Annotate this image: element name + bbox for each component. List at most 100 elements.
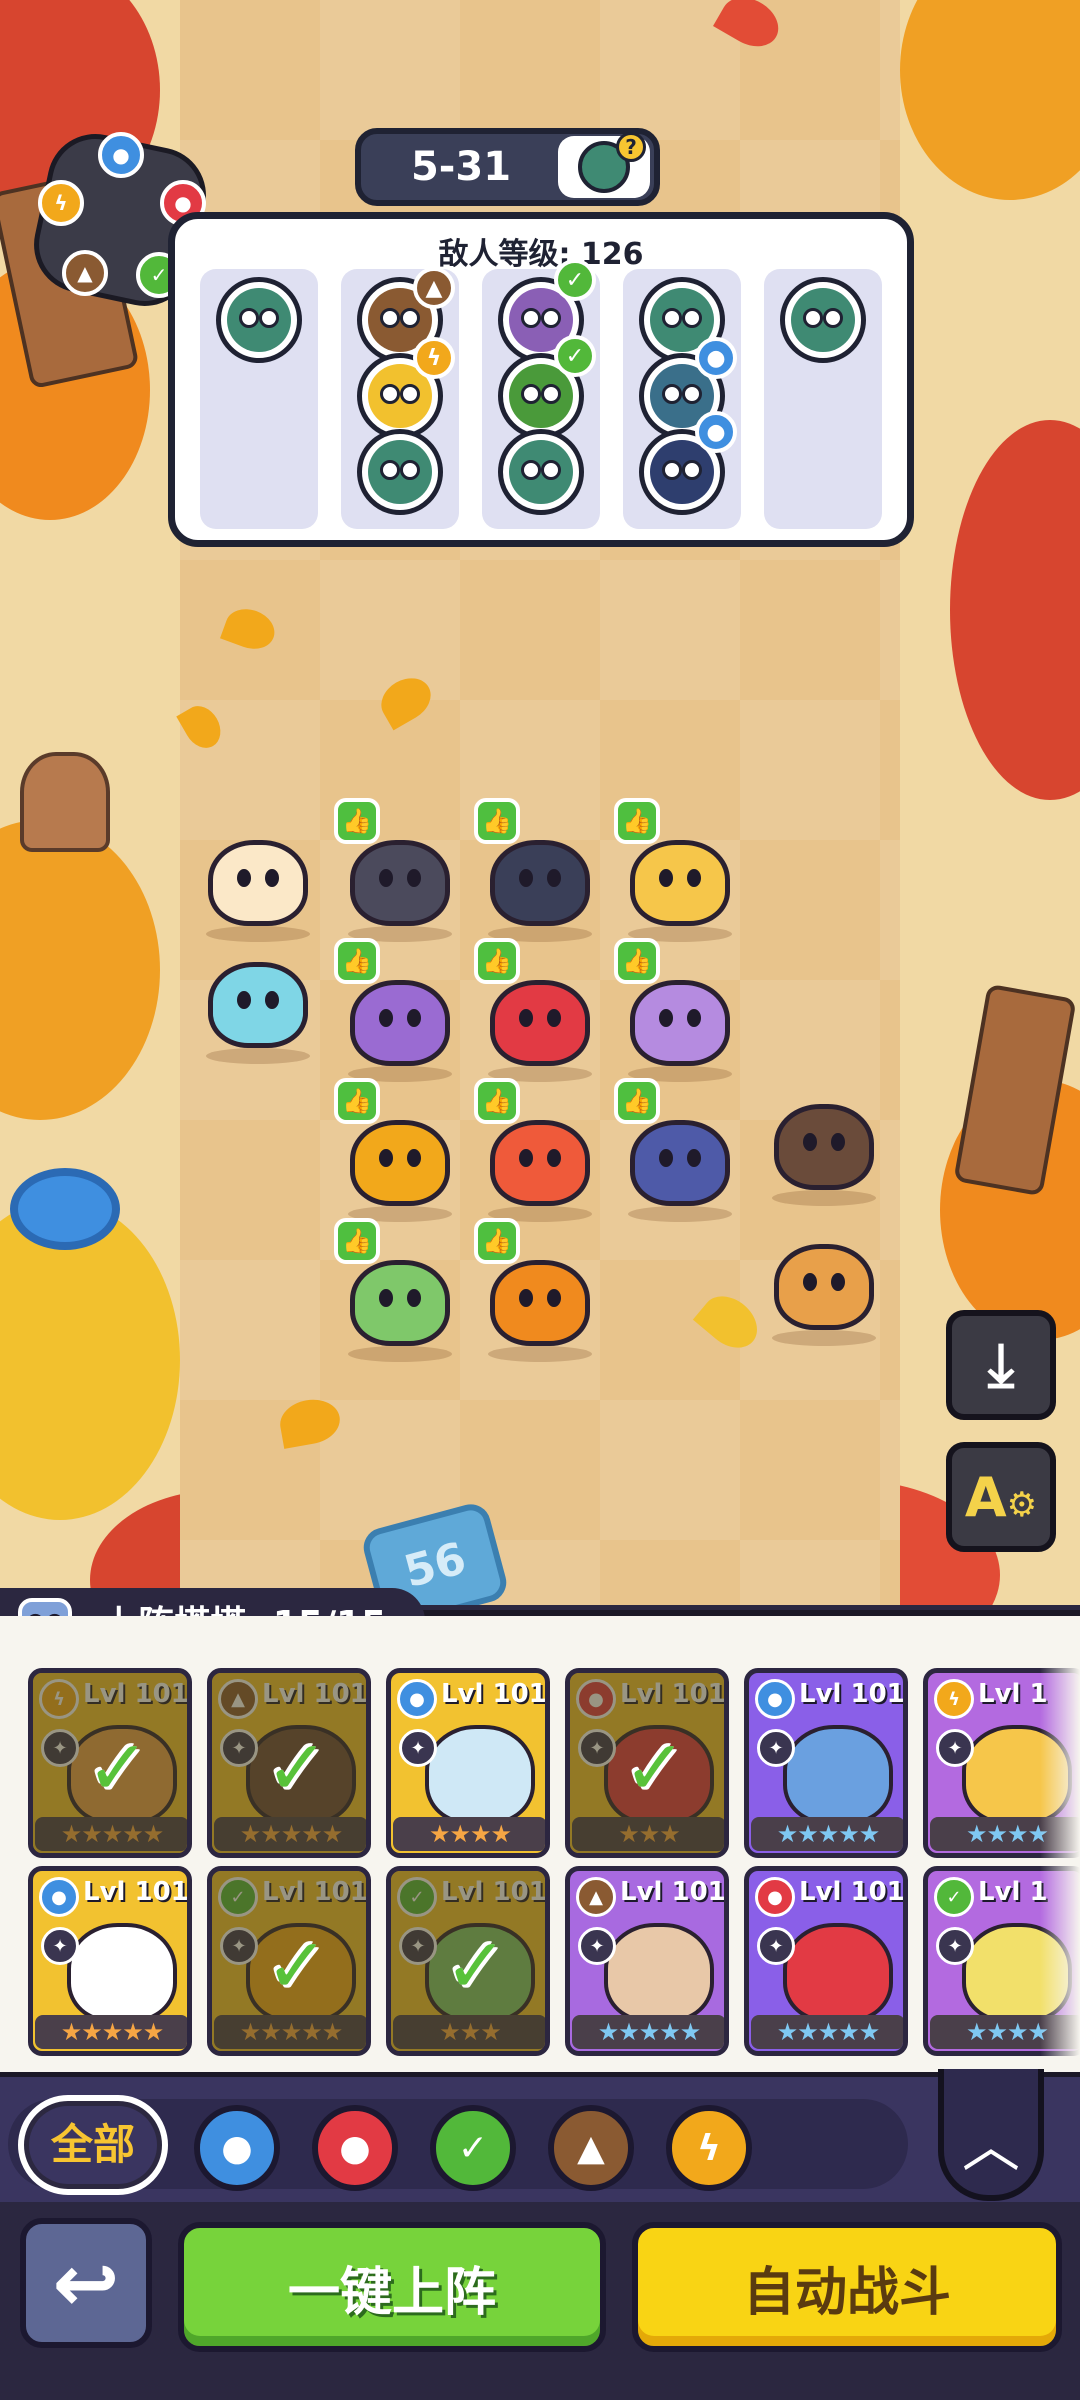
hero-card-level: Lvl 101: [799, 1679, 905, 1709]
battlefield: ● ● ✓ ▲ ϟ 5-31 ? 敌人等级: 126 ▲ ϟ ✓ ✓ ● ● 👍…: [0, 0, 1080, 1605]
hero-card[interactable]: ✓✦Lvl 101★★★★★✓: [207, 1866, 371, 2056]
hero-cactus-cat[interactable]: 👍: [334, 1218, 460, 1362]
filter-all-button[interactable]: 全部: [18, 2095, 168, 2195]
hero-chicken[interactable]: [198, 826, 318, 942]
filter-lightning-button[interactable]: ϟ: [666, 2105, 752, 2191]
hero-raccoon[interactable]: [764, 1090, 884, 1206]
hero-portrait: [783, 1923, 893, 2023]
nature-element-icon: ✓: [934, 1877, 974, 1917]
hero-mushroom[interactable]: 👍: [334, 938, 460, 1082]
hero-card[interactable]: ▲✦Lvl 101★★★★★✓: [207, 1668, 371, 1858]
lightning-element-icon: ϟ: [38, 180, 84, 226]
auto-battle-button[interactable]: 自动战斗: [632, 2222, 1062, 2352]
role-icon: ✦: [41, 1927, 79, 1965]
chevron-up-icon: ︿: [961, 2112, 1020, 2180]
roster-scroll-fade: [1040, 1616, 1080, 2072]
auto-settings-letter: A: [964, 1465, 1007, 1529]
hero-husky-dog[interactable]: 👍: [474, 798, 600, 942]
water-element-icon: ●: [39, 1877, 79, 1917]
autumn-tree: [0, 1200, 180, 1520]
auto-settings-button[interactable]: A⚙: [946, 1442, 1056, 1552]
hero-card[interactable]: ● ✦ Lvl 101 ★★★★★: [744, 1668, 908, 1858]
role-icon: ✦: [757, 1729, 795, 1767]
filter-earth-button[interactable]: ▲: [548, 2105, 634, 2191]
hero-card-level: Lvl 101: [799, 1877, 905, 1907]
enemy-level-title: 敌人等级: 126: [438, 237, 644, 272]
filter-fire-button[interactable]: ●: [312, 2105, 398, 2191]
download-button[interactable]: ⤓: [946, 1310, 1056, 1420]
stage-indicator: 5-31 ?: [355, 128, 660, 206]
hero-fire-bear[interactable]: 👍: [474, 1218, 600, 1362]
fire-element-icon: ●: [755, 1877, 795, 1917]
back-arrow-icon: ↩: [52, 2236, 120, 2330]
hero-card-stars: ★★★★: [393, 1817, 545, 1851]
hero-sunflower[interactable]: 👍: [334, 1078, 460, 1222]
zombie-boss-icon[interactable]: ?: [558, 132, 650, 198]
download-icon: ⤓: [987, 1330, 1015, 1400]
auto-settings-icon: A⚙: [964, 1465, 1038, 1529]
water-element-icon: ●: [98, 132, 144, 178]
hero-yellow-cat[interactable]: 👍: [614, 798, 740, 942]
hero-card[interactable]: ● ✦ Lvl 101 ★★★★★: [28, 1866, 192, 2056]
filter-water-button[interactable]: ●: [194, 2105, 280, 2191]
one-click-deploy-button[interactable]: 一键上阵: [178, 2222, 606, 2352]
autumn-tree: [0, 820, 160, 1120]
hero-portrait: [604, 1923, 714, 2023]
hero-dark-frog[interactable]: 👍: [334, 798, 460, 942]
role-icon: ✦: [936, 1927, 974, 1965]
checkmark-icon: ✓: [444, 1921, 508, 2010]
checkmark-icon: ✓: [265, 1723, 329, 1812]
water-badge-icon: ●: [695, 337, 737, 379]
thumbs-up-icon: 👍: [474, 938, 520, 984]
thumbs-up-icon: 👍: [614, 798, 660, 844]
hero-red-fire-bird[interactable]: 👍: [474, 938, 600, 1082]
portal-icon: [10, 1168, 120, 1250]
hero-card[interactable]: ● ✦ Lvl 101 ★★★★★: [744, 1866, 908, 2056]
autumn-tree: [950, 420, 1080, 800]
hero-card[interactable]: ● ✦ Lvl 101 ★★★★: [386, 1668, 550, 1858]
hero-card-level: Lvl 1: [978, 1679, 1048, 1709]
mountain-icon: ▲: [577, 2127, 605, 2169]
checkmark-icon: ✓: [623, 1723, 687, 1812]
hero-portrait: [67, 1923, 177, 2023]
zombie-enemy-icon[interactable]: [498, 429, 584, 515]
autumn-tree: [900, 0, 1080, 200]
hero-purple-spirit[interactable]: 👍: [614, 938, 740, 1082]
hero-portrait: [783, 1725, 893, 1825]
hero-crystal-shell-crab[interactable]: [198, 948, 318, 1064]
water-drop-icon: ●: [221, 2127, 253, 2169]
filter-all-label: 全部: [29, 2106, 157, 2184]
nature-badge-icon: ✓: [554, 259, 596, 301]
hero-card[interactable]: ▲ ✦ Lvl 101 ★★★★★: [565, 1866, 729, 2056]
lightning-badge-icon: ϟ: [413, 337, 455, 379]
hero-red-fox[interactable]: 👍: [474, 1078, 600, 1222]
one-click-deploy-label: 一键上阵: [287, 2262, 496, 2323]
hero-flame-deer[interactable]: [764, 1230, 884, 1346]
back-button[interactable]: ↩: [20, 2218, 152, 2348]
hero-roster: ϟ✦Lvl 101★★★★★✓▲✦Lvl 101★★★★★✓●✦Lvl 101★…: [0, 1616, 1080, 2072]
expand-panel-button[interactable]: ︿: [938, 2069, 1044, 2201]
hero-card[interactable]: ϟ✦Lvl 101★★★★★✓: [28, 1668, 192, 1858]
lightning-icon: ϟ: [697, 2127, 721, 2169]
filter-nature-button[interactable]: ✓: [430, 2105, 516, 2191]
hero-blue-boar[interactable]: 👍: [614, 1078, 740, 1222]
zombie-enemy-icon[interactable]: [357, 429, 443, 515]
water-element-icon: ●: [397, 1679, 437, 1719]
hero-card[interactable]: ●✦Lvl 101★★★✓: [565, 1668, 729, 1858]
zombie-enemy-icon[interactable]: [780, 277, 866, 363]
checkmark-icon: ✓: [86, 1723, 150, 1812]
hero-card[interactable]: ✓✦Lvl 101★★★✓: [386, 1866, 550, 2056]
thumbs-up-icon: 👍: [474, 798, 520, 844]
thumbs-up-icon: 👍: [334, 1078, 380, 1124]
zombie-enemy-icon[interactable]: [216, 277, 302, 363]
role-icon: ✦: [578, 1927, 616, 1965]
stage-level: 5-31: [410, 144, 512, 190]
hero-card-stars: ★★★★★: [572, 2015, 724, 2049]
hero-card-stars: ★★★★★: [35, 2015, 187, 2049]
action-bar: ↩ 一键上阵 自动战斗: [0, 2202, 1080, 2400]
hero-portrait: [425, 1725, 535, 1825]
nature-badge-icon: ✓: [554, 335, 596, 377]
earth-element-icon: ▲: [62, 250, 108, 296]
thumbs-up-icon: 👍: [474, 1218, 520, 1264]
tree-stump: [20, 752, 110, 852]
